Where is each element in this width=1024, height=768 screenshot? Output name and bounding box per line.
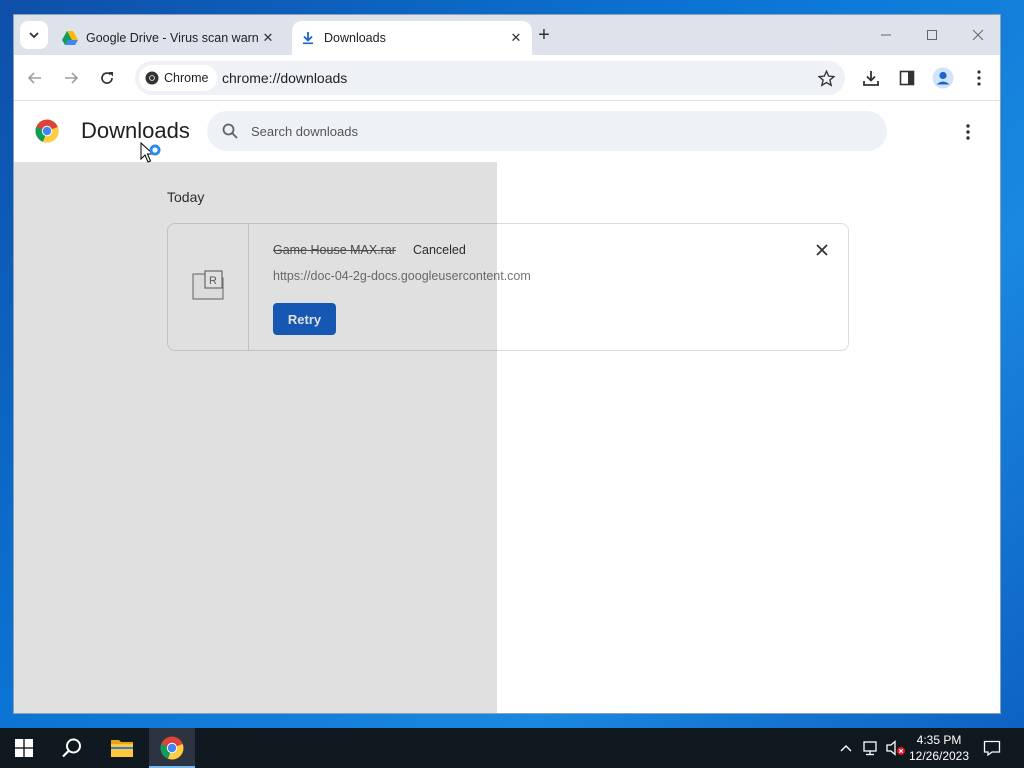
arrow-left-icon <box>27 72 41 84</box>
chip-label: Chrome <box>164 71 209 85</box>
taskbar: 4:35 PM 12/26/2023 <box>0 728 1024 768</box>
maximize-button[interactable] <box>917 25 947 45</box>
chrome-icon <box>160 736 184 760</box>
profile-avatar-icon <box>932 67 954 89</box>
minimize-button[interactable] <box>871 25 901 45</box>
downloads-toolbar-button[interactable] <box>858 65 884 91</box>
address-bar[interactable]: Chrome chrome://downloads <box>135 61 845 95</box>
minimize-icon <box>881 34 891 36</box>
bookmark-star-button[interactable] <box>815 67 837 89</box>
download-item-card: R Game House MAX.rar Canceled https://do… <box>167 223 849 351</box>
notifications-button[interactable] <box>980 728 1004 768</box>
rar-file-icon: R <box>192 270 224 300</box>
close-icon[interactable]: ✕ <box>506 28 526 48</box>
chrome-taskbar-button[interactable] <box>149 728 195 768</box>
side-panel-button[interactable] <box>894 65 920 91</box>
chevron-up-icon <box>840 745 852 752</box>
url-text[interactable]: chrome://downloads <box>222 70 347 86</box>
date-section-label: Today <box>167 189 205 205</box>
reload-button[interactable] <box>94 65 120 91</box>
download-icon <box>300 30 316 46</box>
taskbar-search-button[interactable] <box>48 728 96 768</box>
network-icon <box>863 741 877 756</box>
reload-icon <box>101 72 113 84</box>
toolbar: Chrome chrome://downloads <box>14 55 1000 101</box>
close-icon[interactable]: ✕ <box>258 28 278 48</box>
chrome-icon <box>145 71 159 85</box>
downloads-menu-button[interactable] <box>958 122 978 142</box>
chevron-down-icon <box>29 32 39 39</box>
more-vertical-icon <box>966 124 970 140</box>
download-status: Canceled <box>413 243 466 257</box>
download-icon <box>863 71 879 86</box>
source-url[interactable]: https://doc-04-2g-docs.googleusercontent… <box>273 269 531 283</box>
busy-cursor-icon <box>140 142 161 163</box>
tab-strip: Google Drive - Virus scan warni ✕ Downlo… <box>14 15 1000 55</box>
tab-title: Downloads <box>324 31 386 45</box>
remove-download-button[interactable] <box>814 242 830 258</box>
tab-search-button[interactable] <box>20 21 48 49</box>
close-icon <box>816 244 828 256</box>
page-title: Downloads <box>81 118 190 143</box>
browser-menu-button[interactable] <box>966 65 992 91</box>
close-icon <box>972 29 984 41</box>
folder-icon <box>111 740 133 757</box>
search-downloads-bar[interactable] <box>207 111 887 151</box>
file-explorer-button[interactable] <box>98 728 146 768</box>
more-vertical-icon <box>977 70 981 86</box>
clock-date: 12/26/2023 <box>908 749 970 763</box>
volume-muted-icon <box>886 740 905 756</box>
chrome-logo-icon <box>35 119 59 143</box>
svg-text:R: R <box>209 275 217 287</box>
profile-button[interactable] <box>930 65 956 91</box>
clock-time: 4:35 PM <box>916 733 962 747</box>
new-tab-button[interactable]: + <box>534 25 554 45</box>
windows-logo-icon <box>15 739 33 757</box>
network-button[interactable] <box>860 728 882 768</box>
window-close-button[interactable] <box>963 25 993 45</box>
search-icon <box>222 123 238 139</box>
forward-button[interactable] <box>58 65 84 91</box>
start-button[interactable] <box>0 728 48 768</box>
search-input[interactable] <box>251 119 851 143</box>
tab-downloads[interactable]: Downloads ✕ <box>292 21 532 55</box>
show-hidden-icons-button[interactable] <box>836 728 856 768</box>
tab-title: Google Drive - Virus scan warni <box>86 31 258 45</box>
notification-icon <box>983 740 1001 756</box>
back-button[interactable] <box>22 65 48 91</box>
star-icon <box>817 69 835 87</box>
file-name[interactable]: Game House MAX.rar <box>273 243 396 257</box>
site-info-chip[interactable]: Chrome <box>139 65 218 91</box>
arrow-right-icon <box>65 72 79 84</box>
maximize-icon <box>927 30 937 40</box>
tab-google-drive[interactable]: Google Drive - Virus scan warni ✕ <box>54 21 284 55</box>
browser-window: Google Drive - Virus scan warni ✕ Downlo… <box>13 14 1001 714</box>
side-panel-icon <box>899 70 915 86</box>
retry-button[interactable]: Retry <box>273 303 336 335</box>
file-icon-column: R <box>168 224 249 350</box>
search-icon <box>62 738 81 758</box>
taskbar-clock[interactable]: 4:35 PM 12/26/2023 <box>904 732 974 764</box>
google-drive-icon <box>62 30 78 46</box>
